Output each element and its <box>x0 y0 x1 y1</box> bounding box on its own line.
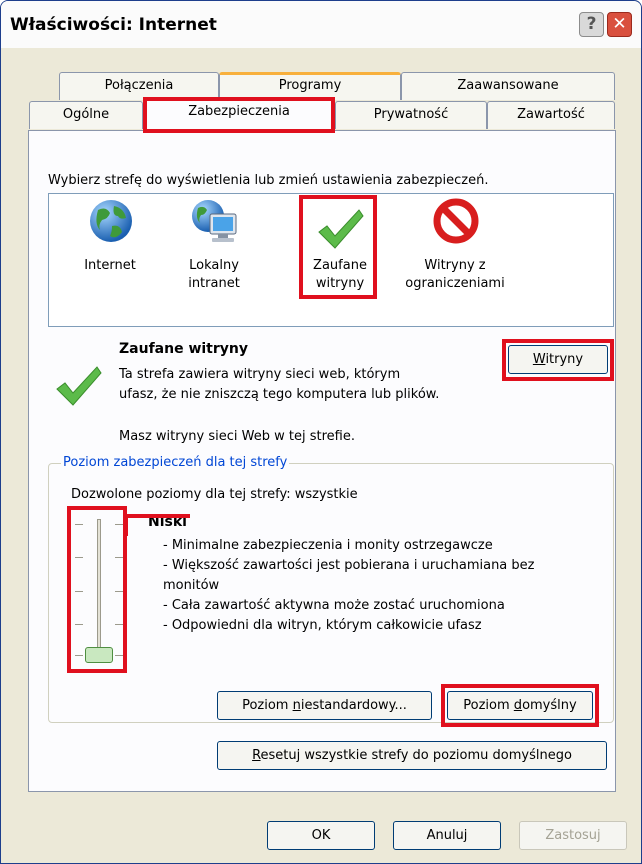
custom-level-button[interactable]: Poziom niestandardowy... <box>217 691 432 720</box>
reset-accel: R <box>252 748 261 763</box>
default-level-rest: omyślny <box>522 698 577 713</box>
zone-description-line2: ufasz, że nie zniszczą tego komputera lu… <box>119 387 440 402</box>
tab-label: Programy <box>278 78 342 93</box>
restricted-icon <box>433 198 479 244</box>
window-title: Właściwości: Internet <box>10 15 217 35</box>
title-bar[interactable]: Właściwości: Internet ? ✕ <box>1 1 641 48</box>
zone-label-line1: Lokalny <box>189 258 239 273</box>
zone-list: Internet Lokalny intranet Zaufane witryn… <box>48 193 614 327</box>
zone-label-line2: ograniczeniami <box>405 276 505 291</box>
reset-rest: esetuj wszystkie strefy do poziomu domyś… <box>260 748 572 763</box>
apply-button[interactable]: Zastosuj <box>519 821 627 850</box>
allowed-levels: Dozwolone poziomy dla tej strefy: wszyst… <box>71 487 358 502</box>
zone-label-line2: witryny <box>315 276 365 291</box>
default-level-prefix: Poziom <box>463 698 514 713</box>
close-button[interactable]: ✕ <box>607 12 632 37</box>
tab-ogolne[interactable]: Ogólne <box>29 101 143 129</box>
zone-description-line1: Ta strefa zawiera witryny sieci web, któ… <box>119 367 401 382</box>
help-button[interactable]: ? <box>579 12 604 37</box>
slider-track <box>97 519 101 663</box>
zone-label-line1: Zaufane <box>313 258 367 273</box>
sites-button-accel: W <box>532 352 546 367</box>
level-bullet: - Minimalne zabezpieczenia i monity ostr… <box>163 538 493 553</box>
tab-label: Ogólne <box>62 107 110 122</box>
level-bullet: - Odpowiedni dla witryn, którym całkowic… <box>163 618 482 633</box>
zone-prompt: Wybierz strefę do wyświetlenia lub zmień… <box>48 173 489 188</box>
globe-icon <box>90 200 132 242</box>
zone-label-line1: Internet <box>84 258 136 273</box>
zone-note: Masz witryny sieci Web w tej strefie. <box>119 429 355 444</box>
tab-zaawansowane[interactable]: Zaawansowane <box>401 72 615 100</box>
ok-button[interactable]: OK <box>267 821 375 850</box>
tab-zabezpieczenia[interactable]: Zabezpieczenia <box>143 98 335 130</box>
sites-button[interactable]: Witryny <box>508 345 608 374</box>
sites-button-rest: itryny <box>545 352 584 367</box>
tab-label: Zaawansowane <box>457 78 559 93</box>
security-level-group <box>48 463 614 723</box>
security-level-group-title: Poziom zabezpieczeń dla tej strefy <box>61 455 290 470</box>
default-level-accel: d <box>513 698 523 713</box>
tab-label: Zawartość <box>517 107 585 122</box>
custom-level-rest: iestandardowy... <box>300 698 407 713</box>
intranet-computer-icon <box>192 200 237 242</box>
internet-properties-window: Właściwości: Internet ? ✕ Połączenia Pro… <box>0 0 642 864</box>
level-bullet: - Większość zawartości jest pobierana i … <box>163 558 535 573</box>
tab-label: Zabezpieczenia <box>188 104 290 119</box>
zone-label-line1: Witryny z <box>424 258 486 273</box>
tab-programy[interactable]: Programy <box>219 72 401 100</box>
default-level-button[interactable]: Poziom domyślny <box>447 691 593 720</box>
tab-prywatnosc[interactable]: Prywatność <box>335 101 487 129</box>
zone-title: Zaufane witryny <box>119 341 248 357</box>
tab-label: Prywatność <box>373 107 449 122</box>
tab-label: Połączenia <box>104 78 174 93</box>
zone-label-line2: intranet <box>188 276 240 291</box>
checkmark-icon <box>318 209 364 249</box>
cancel-button[interactable]: Anuluj <box>393 821 501 850</box>
reset-all-zones-button[interactable]: Resetuj wszystkie strefy do poziomu domy… <box>217 741 607 770</box>
security-level-slider[interactable] <box>73 513 127 673</box>
level-bullet: - Cała zawartość aktywna może zostać uru… <box>163 598 505 613</box>
tab-zawartosc[interactable]: Zawartość <box>487 101 615 129</box>
trusted-zone-checkmark-icon <box>56 366 102 406</box>
level-bullet: monitów <box>163 578 220 593</box>
tab-polaczenia[interactable]: Połączenia <box>59 72 219 100</box>
slider-thumb[interactable] <box>85 647 113 663</box>
level-name: Niski <box>148 514 187 530</box>
custom-level-prefix: Poziom <box>242 698 293 713</box>
custom-level-accel: n <box>292 698 301 713</box>
